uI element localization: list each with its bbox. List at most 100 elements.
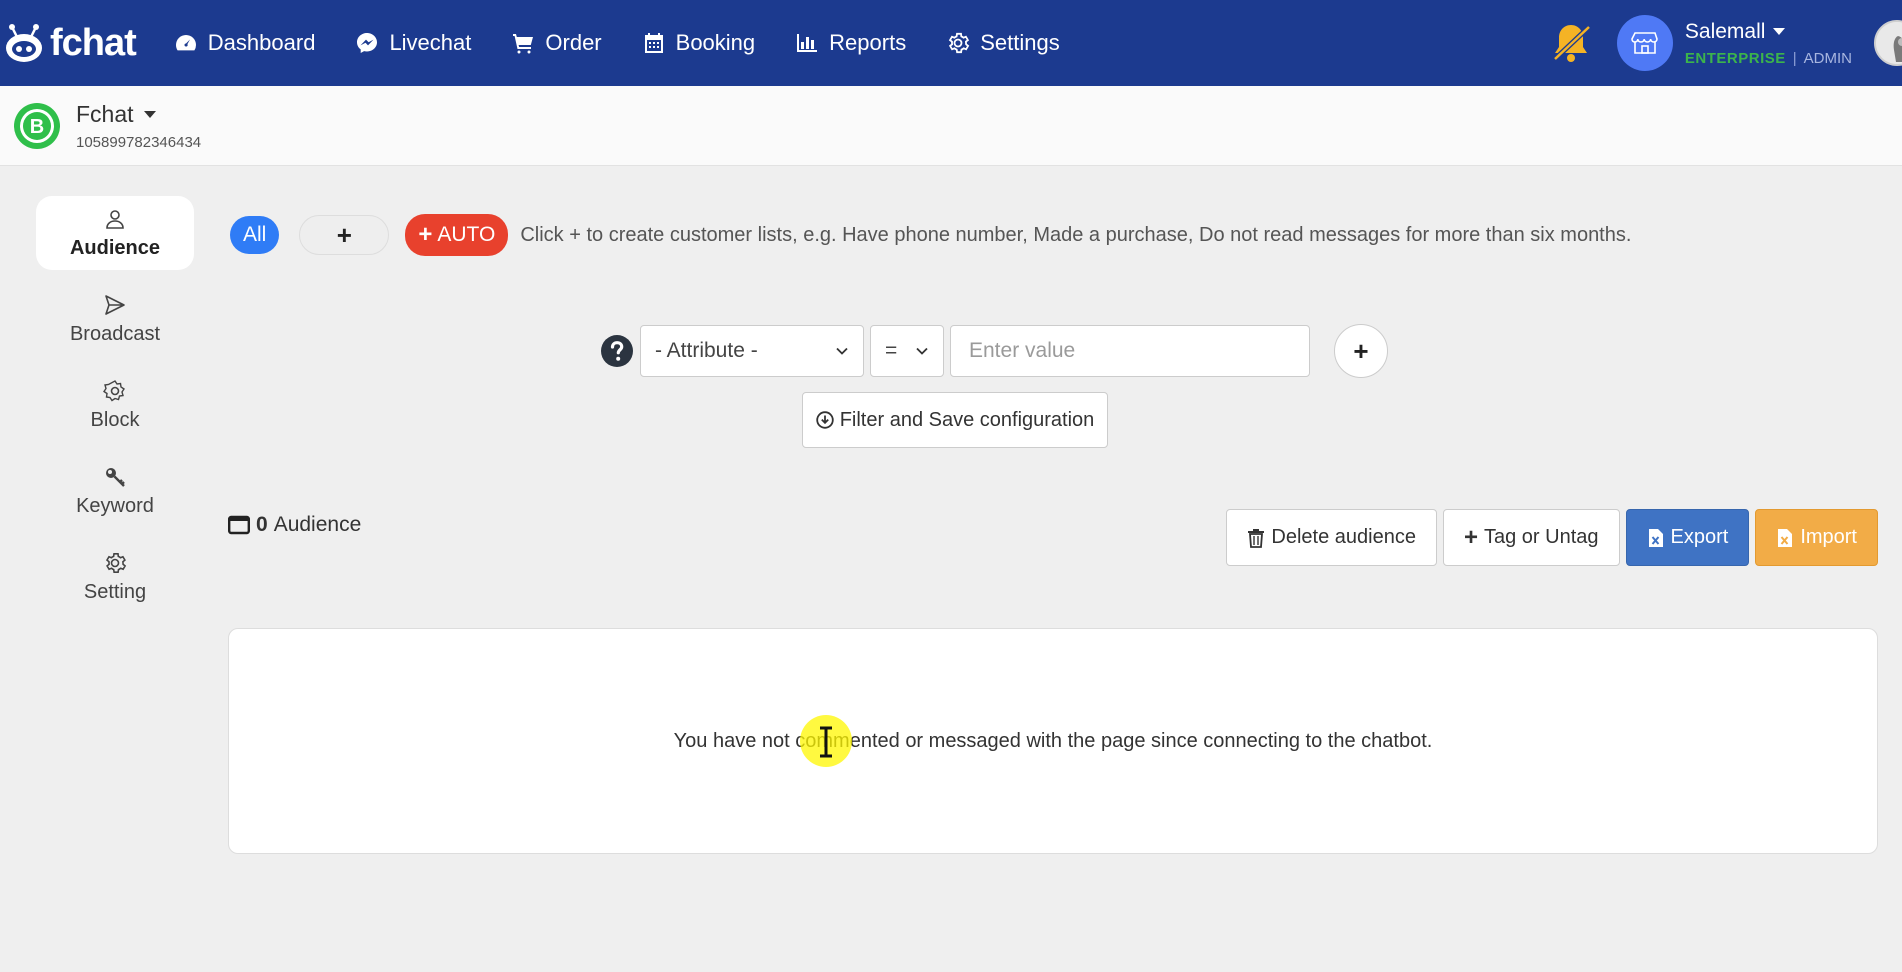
nav-reports[interactable]: Reports bbox=[795, 30, 906, 56]
delete-audience-label: Delete audience bbox=[1271, 526, 1416, 548]
trash-icon bbox=[1248, 528, 1265, 548]
page-name[interactable]: Fchat bbox=[76, 101, 201, 128]
account-name[interactable]: Salemall bbox=[1685, 20, 1852, 44]
excel-file-icon bbox=[1648, 528, 1663, 547]
tag-untag-label: Tag or Untag bbox=[1483, 526, 1599, 548]
sidebar-item-broadcast[interactable]: Broadcast bbox=[36, 282, 194, 356]
audience-count-label: Audience bbox=[273, 513, 362, 536]
excel-file-icon bbox=[1778, 528, 1793, 547]
account-area: Salemall ENTERPRISE | ADMIN bbox=[1547, 0, 1902, 86]
export-button[interactable]: Export bbox=[1625, 509, 1750, 566]
filter-value-input[interactable] bbox=[950, 325, 1310, 377]
nav-label: Settings bbox=[980, 30, 1060, 55]
block-icon bbox=[103, 379, 125, 401]
plus-icon: + bbox=[418, 221, 433, 248]
export-label: Export bbox=[1670, 526, 1729, 548]
bar-chart-icon bbox=[797, 34, 818, 52]
tag-untag-button[interactable]: + Tag or Untag bbox=[1442, 509, 1620, 566]
top-navbar: fchat Dashboard Livechat Order Booking R… bbox=[0, 0, 1902, 86]
page-id: 105899782346434 bbox=[76, 133, 202, 151]
text-cursor-icon bbox=[820, 726, 832, 758]
user-avatar[interactable] bbox=[1874, 20, 1902, 66]
page-header: B Fchat 105899782346434 bbox=[0, 86, 1902, 166]
auto-label: AUTO bbox=[437, 223, 496, 246]
customer-lists-bar: All + + AUTO Click + to create customer … bbox=[230, 214, 1631, 256]
nav-label: Livechat bbox=[389, 30, 472, 55]
store-avatar[interactable] bbox=[1616, 15, 1673, 71]
attribute-select[interactable]: - Attribute - bbox=[640, 325, 864, 377]
sidebar-item-block[interactable]: Block bbox=[36, 368, 194, 442]
audience-count-value: 0 bbox=[256, 513, 268, 536]
key-icon bbox=[106, 467, 125, 487]
gear-icon bbox=[105, 552, 127, 573]
audience-count: 0 Audience bbox=[228, 513, 361, 537]
add-list-button[interactable]: + bbox=[299, 215, 390, 255]
dashboard-icon bbox=[175, 35, 196, 51]
nav-booking[interactable]: Booking bbox=[642, 30, 756, 56]
cart-icon bbox=[513, 34, 534, 54]
role-label: ADMIN bbox=[1803, 49, 1852, 67]
svg-text:B: B bbox=[30, 116, 44, 138]
caret-down-icon bbox=[1773, 28, 1786, 35]
auto-list-button[interactable]: + AUTO bbox=[405, 214, 509, 256]
sidebar-item-keyword[interactable]: Keyword bbox=[36, 454, 194, 528]
send-icon bbox=[105, 294, 125, 315]
add-filter-button[interactable]: + bbox=[1334, 324, 1388, 378]
whatsapp-business-icon: B bbox=[14, 102, 60, 149]
chevron-down-icon bbox=[916, 347, 928, 355]
save-config-label: Filter and Save configuration bbox=[839, 408, 1095, 431]
sidebar-item-label: Keyword bbox=[76, 494, 154, 517]
calendar-icon bbox=[644, 33, 663, 53]
page-selector[interactable]: Fchat 105899782346434 bbox=[76, 101, 201, 151]
main-nav: Dashboard Livechat Order Booking Reports… bbox=[174, 30, 1100, 56]
import-label: Import bbox=[1800, 526, 1857, 548]
nav-dashboard[interactable]: Dashboard bbox=[174, 30, 316, 56]
nav-label: Reports bbox=[829, 30, 907, 55]
nav-label: Order bbox=[545, 30, 602, 55]
fchat-logo[interactable]: fchat bbox=[2, 0, 137, 86]
account-subline: ENTERPRISE | ADMIN bbox=[1685, 50, 1852, 67]
bell-slash-icon[interactable] bbox=[1547, 19, 1595, 67]
plan-badge: ENTERPRISE bbox=[1684, 49, 1786, 67]
sidebar-item-setting[interactable]: Setting bbox=[36, 540, 194, 614]
operator-select[interactable]: = bbox=[870, 325, 944, 377]
chevron-down-icon bbox=[836, 347, 848, 355]
window-icon bbox=[228, 515, 250, 535]
gear-icon bbox=[949, 32, 970, 54]
audience-list-panel: You have not commented or messaged with … bbox=[228, 628, 1878, 854]
lists-hint-text: Click + to create customer lists, e.g. H… bbox=[520, 223, 1632, 246]
delete-audience-button[interactable]: Delete audience bbox=[1226, 509, 1437, 566]
sidebar-item-label: Setting bbox=[83, 580, 147, 603]
filter-row: - Attribute - = + bbox=[600, 324, 1388, 378]
list-all-pill[interactable]: All bbox=[230, 216, 280, 254]
sidebar-item-label: Audience bbox=[69, 236, 161, 259]
sidebar-item-label: Broadcast bbox=[69, 322, 161, 345]
messenger-icon bbox=[357, 33, 378, 53]
import-button[interactable]: Import bbox=[1755, 509, 1878, 566]
nav-label: Dashboard bbox=[207, 30, 316, 55]
store-icon bbox=[1631, 32, 1658, 54]
sidebar-item-audience[interactable]: Audience bbox=[36, 196, 194, 270]
page-name-label: Fchat bbox=[76, 100, 134, 127]
user-icon bbox=[106, 209, 124, 229]
nav-label: Booking bbox=[675, 30, 756, 55]
operator-select-value: = bbox=[885, 339, 898, 362]
avatar-image bbox=[1876, 22, 1902, 64]
empty-state-message: You have not commented or messaged with … bbox=[673, 729, 1433, 752]
question-circle-icon[interactable] bbox=[600, 334, 634, 368]
account-menu[interactable]: Salemall ENTERPRISE | ADMIN bbox=[1685, 20, 1852, 67]
logo-text: fchat bbox=[50, 21, 137, 64]
filter-save-config-button[interactable]: Filter and Save configuration bbox=[802, 392, 1108, 448]
nav-settings[interactable]: Settings bbox=[946, 30, 1060, 56]
plus-icon: + bbox=[1463, 523, 1478, 551]
nav-order[interactable]: Order bbox=[511, 30, 602, 56]
account-separator: | bbox=[1792, 49, 1797, 67]
nav-livechat[interactable]: Livechat bbox=[355, 30, 471, 56]
caret-down-icon bbox=[143, 110, 156, 118]
robot-logo-icon bbox=[6, 24, 42, 62]
sidebar-item-label: Block bbox=[90, 408, 140, 431]
audience-actions: Delete audience + Tag or Untag Export Im… bbox=[1220, 509, 1878, 566]
account-name-label: Salemall bbox=[1684, 19, 1766, 43]
attribute-select-value: - Attribute - bbox=[655, 339, 758, 362]
side-menu: Audience Broadcast Block Keyword Setting bbox=[36, 196, 194, 626]
